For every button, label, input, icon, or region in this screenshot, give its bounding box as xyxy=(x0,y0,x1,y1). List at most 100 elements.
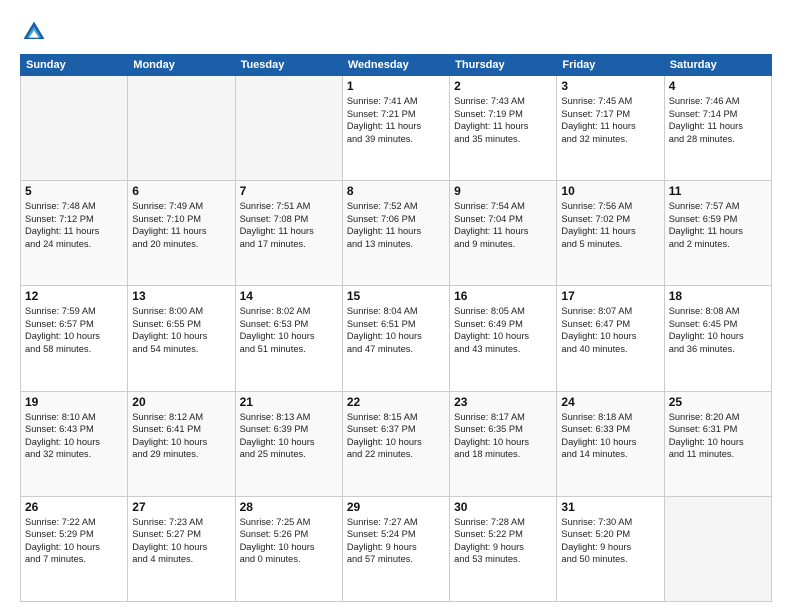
calendar-day-cell xyxy=(21,76,128,181)
day-number: 28 xyxy=(240,500,338,514)
day-info: Sunrise: 8:15 AM Sunset: 6:37 PM Dayligh… xyxy=(347,411,445,461)
day-number: 29 xyxy=(347,500,445,514)
day-number: 4 xyxy=(669,79,767,93)
calendar-day-cell: 7Sunrise: 7:51 AM Sunset: 7:08 PM Daylig… xyxy=(235,181,342,286)
calendar-day-cell xyxy=(664,496,771,601)
day-info: Sunrise: 7:43 AM Sunset: 7:19 PM Dayligh… xyxy=(454,95,552,145)
day-number: 9 xyxy=(454,184,552,198)
day-info: Sunrise: 7:59 AM Sunset: 6:57 PM Dayligh… xyxy=(25,305,123,355)
calendar-day-cell: 24 Sunrise: 8:18 AM Sunset: 6:33 PM Dayli… xyxy=(557,391,664,496)
calendar-day-cell: 20 Sunrise: 8:12 AM Sunset: 6:41 PM Dayli… xyxy=(128,391,235,496)
day-info: Sunrise: 8:10 AM Sunset: 6:43 PM Dayligh… xyxy=(25,411,123,461)
day-number: 12 xyxy=(25,289,123,303)
calendar-week-row: 12 Sunrise: 7:59 AM Sunset: 6:57 PM Dayli… xyxy=(21,286,772,391)
calendar-day-cell: 6 Sunrise: 7:49 AM Sunset: 7:10 PM Daylig… xyxy=(128,181,235,286)
calendar-day-cell: 10 Sunrise: 7:56 AM Sunset: 7:02 PM Dayli… xyxy=(557,181,664,286)
calendar-day-cell: 30 Sunrise: 7:28 AM Sunset: 5:22 PM Dayli… xyxy=(450,496,557,601)
calendar-day-cell: 18 Sunrise: 8:08 AM Sunset: 6:45 PM Dayli… xyxy=(664,286,771,391)
calendar-day-cell: 29 Sunrise: 7:27 AM Sunset: 5:24 PM Dayli… xyxy=(342,496,449,601)
day-info: Sunrise: 8:07 AM Sunset: 6:47 PM Dayligh… xyxy=(561,305,659,355)
day-number: 2 xyxy=(454,79,552,93)
day-number: 1 xyxy=(347,79,445,93)
day-number: 15 xyxy=(347,289,445,303)
calendar: SundayMondayTuesdayWednesdayThursdayFrid… xyxy=(20,54,772,602)
day-info: Sunrise: 7:54 AM Sunset: 7:04 PM Dayligh… xyxy=(454,200,552,250)
day-number: 24 xyxy=(561,395,659,409)
day-info: Sunrise: 7:28 AM Sunset: 5:22 PM Dayligh… xyxy=(454,516,552,566)
calendar-week-row: 19 Sunrise: 8:10 AM Sunset: 6:43 PM Dayli… xyxy=(21,391,772,496)
calendar-day-cell: 28 Sunrise: 7:25 AM Sunset: 5:26 PM Dayli… xyxy=(235,496,342,601)
day-info: Sunrise: 7:46 AM Sunset: 7:14 PM Dayligh… xyxy=(669,95,767,145)
weekday-header: Saturday xyxy=(664,55,771,76)
calendar-day-cell: 4 Sunrise: 7:46 AM Sunset: 7:14 PM Daylig… xyxy=(664,76,771,181)
day-info: Sunrise: 8:08 AM Sunset: 6:45 PM Dayligh… xyxy=(669,305,767,355)
day-number: 25 xyxy=(669,395,767,409)
day-info: Sunrise: 8:18 AM Sunset: 6:33 PM Dayligh… xyxy=(561,411,659,461)
day-info: Sunrise: 7:27 AM Sunset: 5:24 PM Dayligh… xyxy=(347,516,445,566)
calendar-day-cell: 16Sunrise: 8:05 AM Sunset: 6:49 PM Dayli… xyxy=(450,286,557,391)
calendar-day-cell: 31Sunrise: 7:30 AM Sunset: 5:20 PM Dayli… xyxy=(557,496,664,601)
calendar-week-row: 5 Sunrise: 7:48 AM Sunset: 7:12 PM Daylig… xyxy=(21,181,772,286)
calendar-day-cell: 27Sunrise: 7:23 AM Sunset: 5:27 PM Dayli… xyxy=(128,496,235,601)
logo xyxy=(20,18,52,46)
day-info: Sunrise: 8:17 AM Sunset: 6:35 PM Dayligh… xyxy=(454,411,552,461)
day-info: Sunrise: 7:30 AM Sunset: 5:20 PM Dayligh… xyxy=(561,516,659,566)
day-info: Sunrise: 7:52 AM Sunset: 7:06 PM Dayligh… xyxy=(347,200,445,250)
calendar-day-cell: 19 Sunrise: 8:10 AM Sunset: 6:43 PM Dayli… xyxy=(21,391,128,496)
header xyxy=(20,18,772,46)
weekday-header: Tuesday xyxy=(235,55,342,76)
day-info: Sunrise: 8:00 AM Sunset: 6:55 PM Dayligh… xyxy=(132,305,230,355)
weekday-header: Wednesday xyxy=(342,55,449,76)
day-number: 13 xyxy=(132,289,230,303)
day-number: 23 xyxy=(454,395,552,409)
day-number: 5 xyxy=(25,184,123,198)
day-info: Sunrise: 8:12 AM Sunset: 6:41 PM Dayligh… xyxy=(132,411,230,461)
day-info: Sunrise: 7:57 AM Sunset: 6:59 PM Dayligh… xyxy=(669,200,767,250)
day-info: Sunrise: 8:02 AM Sunset: 6:53 PM Dayligh… xyxy=(240,305,338,355)
day-number: 11 xyxy=(669,184,767,198)
day-number: 8 xyxy=(347,184,445,198)
day-number: 27 xyxy=(132,500,230,514)
day-number: 19 xyxy=(25,395,123,409)
day-info: Sunrise: 8:04 AM Sunset: 6:51 PM Dayligh… xyxy=(347,305,445,355)
calendar-day-cell: 8 Sunrise: 7:52 AM Sunset: 7:06 PM Daylig… xyxy=(342,181,449,286)
day-info: Sunrise: 7:48 AM Sunset: 7:12 PM Dayligh… xyxy=(25,200,123,250)
day-number: 22 xyxy=(347,395,445,409)
calendar-day-cell: 15 Sunrise: 8:04 AM Sunset: 6:51 PM Dayli… xyxy=(342,286,449,391)
day-number: 3 xyxy=(561,79,659,93)
day-info: Sunrise: 7:41 AM Sunset: 7:21 PM Dayligh… xyxy=(347,95,445,145)
calendar-day-cell xyxy=(235,76,342,181)
day-number: 6 xyxy=(132,184,230,198)
day-number: 10 xyxy=(561,184,659,198)
header-row: SundayMondayTuesdayWednesdayThursdayFrid… xyxy=(21,55,772,76)
day-number: 14 xyxy=(240,289,338,303)
day-number: 26 xyxy=(25,500,123,514)
day-info: Sunrise: 7:56 AM Sunset: 7:02 PM Dayligh… xyxy=(561,200,659,250)
calendar-day-cell: 11 Sunrise: 7:57 AM Sunset: 6:59 PM Dayli… xyxy=(664,181,771,286)
calendar-day-cell: 1 Sunrise: 7:41 AM Sunset: 7:21 PM Daylig… xyxy=(342,76,449,181)
calendar-day-cell: 23 Sunrise: 8:17 AM Sunset: 6:35 PM Dayli… xyxy=(450,391,557,496)
calendar-day-cell: 5 Sunrise: 7:48 AM Sunset: 7:12 PM Daylig… xyxy=(21,181,128,286)
day-info: Sunrise: 7:49 AM Sunset: 7:10 PM Dayligh… xyxy=(132,200,230,250)
calendar-week-row: 1 Sunrise: 7:41 AM Sunset: 7:21 PM Daylig… xyxy=(21,76,772,181)
calendar-day-cell: 25Sunrise: 8:20 AM Sunset: 6:31 PM Dayli… xyxy=(664,391,771,496)
calendar-week-row: 26Sunrise: 7:22 AM Sunset: 5:29 PM Dayli… xyxy=(21,496,772,601)
weekday-header: Monday xyxy=(128,55,235,76)
weekday-header: Friday xyxy=(557,55,664,76)
calendar-day-cell: 14 Sunrise: 8:02 AM Sunset: 6:53 PM Dayli… xyxy=(235,286,342,391)
day-number: 16 xyxy=(454,289,552,303)
page: SundayMondayTuesdayWednesdayThursdayFrid… xyxy=(0,0,792,612)
calendar-day-cell: 21Sunrise: 8:13 AM Sunset: 6:39 PM Dayli… xyxy=(235,391,342,496)
weekday-header: Thursday xyxy=(450,55,557,76)
day-number: 18 xyxy=(669,289,767,303)
day-info: Sunrise: 8:13 AM Sunset: 6:39 PM Dayligh… xyxy=(240,411,338,461)
day-number: 30 xyxy=(454,500,552,514)
day-info: Sunrise: 7:25 AM Sunset: 5:26 PM Dayligh… xyxy=(240,516,338,566)
calendar-day-cell: 17Sunrise: 8:07 AM Sunset: 6:47 PM Dayli… xyxy=(557,286,664,391)
calendar-day-cell: 13 Sunrise: 8:00 AM Sunset: 6:55 PM Dayli… xyxy=(128,286,235,391)
weekday-header: Sunday xyxy=(21,55,128,76)
calendar-day-cell: 22 Sunrise: 8:15 AM Sunset: 6:37 PM Dayli… xyxy=(342,391,449,496)
calendar-day-cell: 26Sunrise: 7:22 AM Sunset: 5:29 PM Dayli… xyxy=(21,496,128,601)
day-number: 7 xyxy=(240,184,338,198)
day-number: 20 xyxy=(132,395,230,409)
